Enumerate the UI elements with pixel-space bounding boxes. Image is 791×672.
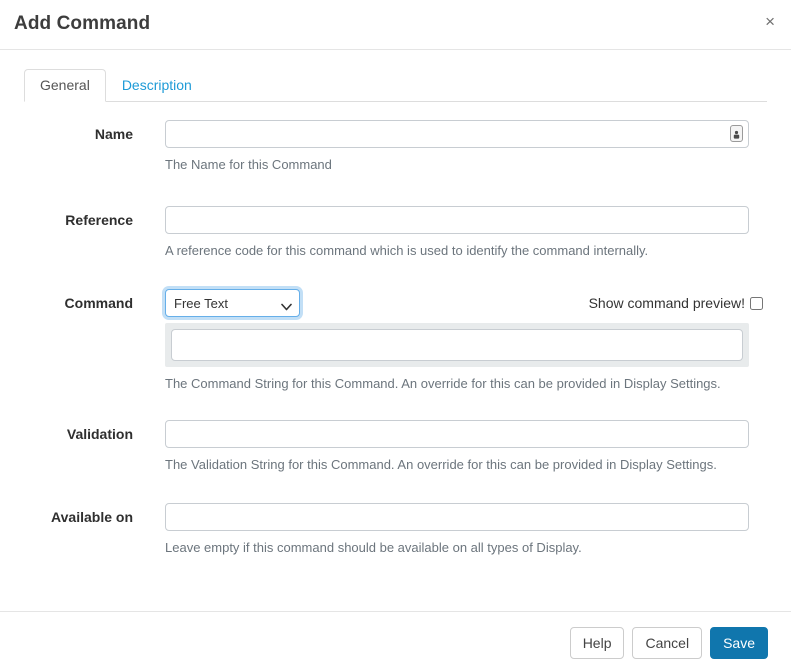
validation-input[interactable] bbox=[165, 420, 749, 448]
reference-help: A reference code for this command which … bbox=[165, 243, 649, 258]
command-string-panel bbox=[165, 323, 749, 367]
command-type-select[interactable]: Free Text bbox=[165, 289, 300, 317]
command-preview-label: Show command preview! bbox=[588, 295, 745, 311]
reference-input[interactable] bbox=[165, 206, 749, 234]
command-preview-toggle: Show command preview! bbox=[589, 295, 763, 311]
modal-body: General Description Name The Name for th… bbox=[0, 50, 791, 611]
tab-general[interactable]: General bbox=[24, 69, 106, 102]
name-label: Name bbox=[94, 126, 133, 142]
form-row-reference: Reference A reference code for this comm… bbox=[24, 206, 767, 258]
form-row-available-on: Available on Leave empty if this command… bbox=[24, 503, 767, 555]
modal-header: Add Command × bbox=[0, 0, 791, 50]
tab-bar: General Description bbox=[24, 69, 767, 102]
form-row-name: Name The Name for this Command bbox=[24, 120, 767, 172]
form-row-command: Command Free Text Show command preview! … bbox=[24, 289, 767, 391]
modal-title: Add Command bbox=[14, 13, 151, 34]
command-preview-checkbox[interactable] bbox=[750, 296, 763, 310]
available-on-label: Available on bbox=[51, 509, 133, 525]
tab-description[interactable]: Description bbox=[106, 69, 208, 102]
cancel-button[interactable]: Cancel bbox=[632, 627, 703, 659]
available-on-input[interactable] bbox=[165, 503, 749, 531]
close-icon[interactable]: × bbox=[765, 13, 775, 30]
form-row-validation: Validation The Validation String for thi… bbox=[24, 420, 767, 472]
command-label: Command bbox=[64, 295, 133, 311]
save-button[interactable]: Save bbox=[710, 627, 768, 659]
tab-content-general: Name The Name for this Command Reference… bbox=[24, 102, 767, 555]
command-string-input[interactable] bbox=[171, 329, 743, 361]
name-input[interactable] bbox=[165, 120, 749, 148]
validation-help: The Validation String for this Command. … bbox=[165, 457, 717, 472]
validation-label: Validation bbox=[66, 426, 133, 442]
available-on-help: Leave empty if this command should be av… bbox=[165, 540, 582, 555]
add-command-modal: Add Command × General Description Name T… bbox=[0, 0, 791, 672]
name-help: The Name for this Command bbox=[165, 157, 332, 172]
modal-footer: Help Cancel Save bbox=[0, 611, 791, 672]
reference-label: Reference bbox=[65, 212, 133, 228]
command-help: The Command String for this Command. An … bbox=[165, 376, 721, 391]
help-button[interactable]: Help bbox=[569, 627, 625, 659]
